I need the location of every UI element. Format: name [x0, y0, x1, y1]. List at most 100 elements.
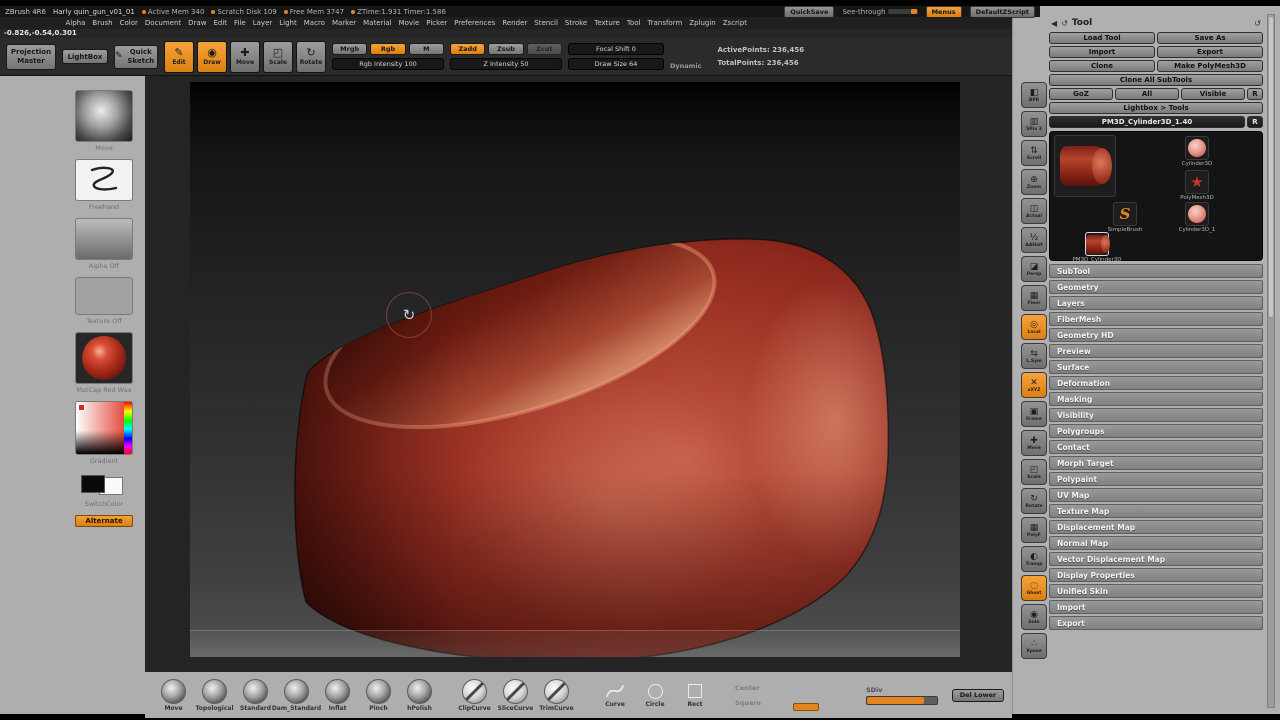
menu-item[interactable]: Draw — [185, 19, 210, 27]
draw-size-slider[interactable]: Draw Size 64 — [568, 58, 664, 70]
mode-button[interactable]: ◰ Scale — [263, 40, 293, 73]
menu-item[interactable]: Preferences — [451, 19, 499, 27]
brush-button[interactable]: Move — [153, 678, 194, 712]
see-through-slider[interactable] — [887, 9, 918, 14]
shelf-button[interactable]: ◫ Actual — [1021, 198, 1047, 224]
paint-mode-button[interactable]: Mrgb — [332, 43, 368, 55]
shelf-button[interactable]: ◧ BPR — [1021, 82, 1047, 108]
current-tool-button[interactable]: PM3D_Cylinder3D_1.40 — [1049, 116, 1245, 128]
shelf-button[interactable]: ⇆ L.Sym — [1021, 343, 1047, 369]
menu-item[interactable]: Transform — [644, 19, 686, 27]
brush-button[interactable]: Inflat — [317, 678, 358, 712]
hue-strip[interactable] — [124, 402, 132, 454]
menu-item[interactable]: Picker — [423, 19, 451, 27]
menu-item[interactable]: Texture — [591, 19, 624, 27]
switch-color[interactable]: SwitchColor — [75, 472, 133, 508]
paint-mode-button[interactable]: Rgb — [370, 43, 406, 55]
shelf-button[interactable]: ✚ Move — [1021, 430, 1047, 456]
lightbox-button[interactable]: LightBox — [62, 49, 108, 64]
menu-item[interactable]: Stroke — [561, 19, 590, 27]
brush-button[interactable]: Pinch — [358, 678, 399, 712]
load-tool-button[interactable]: Load Tool — [1049, 32, 1155, 44]
brush-button[interactable]: Dam_Standard — [272, 678, 321, 712]
quicksave-button[interactable]: QuickSave — [784, 5, 835, 18]
restore-icon[interactable]: ↺ — [1254, 19, 1261, 28]
stroke-thumbnail[interactable] — [75, 159, 133, 201]
tool-item-selected[interactable]: PM3D_Cylinder3D — [1052, 232, 1142, 263]
dynamic-label[interactable]: Dynamic — [670, 62, 702, 72]
current-alpha[interactable]: Alpha Off — [75, 218, 133, 270]
primary-color-swatch[interactable] — [81, 475, 105, 493]
menu-item[interactable]: Color — [116, 19, 141, 27]
history-icon[interactable]: ↺ — [1061, 19, 1068, 28]
sdiv-slider[interactable] — [866, 695, 938, 705]
save-as-button[interactable]: Save As — [1157, 32, 1263, 44]
stroke-curve-button[interactable]: Curve — [597, 682, 633, 708]
tool-section-header[interactable]: Polygroups — [1049, 424, 1263, 438]
panel-scrollbar-thumb[interactable] — [1269, 17, 1273, 317]
tool-section-header[interactable]: Display Properties — [1049, 568, 1263, 582]
export-button[interactable]: Export — [1157, 46, 1263, 58]
menu-item[interactable]: Zscript — [719, 19, 750, 27]
tool-section-header[interactable]: SubTool — [1049, 264, 1263, 278]
stroke-rect-button[interactable]: Rect — [677, 682, 713, 708]
see-through-control[interactable]: See-through — [842, 8, 918, 16]
tool-item[interactable]: S SimpleBrush — [1096, 202, 1154, 233]
shelf-button[interactable]: ∴ Xpose — [1021, 633, 1047, 659]
shelf-button[interactable]: ▣ Frame — [1021, 401, 1047, 427]
tool-section-header[interactable]: Preview — [1049, 344, 1263, 358]
clip-brush-button[interactable]: SliceCurve — [495, 678, 536, 712]
tool-section-header[interactable]: Masking — [1049, 392, 1263, 406]
projection-master-button[interactable]: Projection Master — [6, 43, 56, 70]
goz-button[interactable]: GoZ — [1049, 88, 1113, 100]
sculpt-mode-button[interactable]: Zcut — [526, 43, 562, 55]
del-lower-button[interactable]: Del Lower — [952, 688, 1004, 702]
tool-item[interactable]: Cylinder3D_1 — [1168, 202, 1226, 233]
tool-section-header[interactable]: Unified Skin — [1049, 584, 1263, 598]
menu-item[interactable]: Tool — [623, 19, 644, 27]
menu-item[interactable]: Stencil — [531, 19, 562, 27]
current-brush[interactable]: Move — [75, 90, 133, 152]
quick-sketch-button[interactable]: ✎ Quick Sketch — [114, 44, 158, 69]
shelf-button[interactable]: ◐ Transp — [1021, 546, 1047, 572]
stroke-circle-button[interactable]: Circle — [637, 682, 673, 708]
clip-brush-button[interactable]: ClipCurve — [454, 678, 495, 712]
brush-button[interactable]: Topological — [194, 678, 235, 712]
menus-button[interactable]: Menus — [925, 5, 962, 18]
alpha-thumbnail[interactable] — [75, 218, 133, 260]
shelf-button[interactable]: ⇅ Scroll — [1021, 140, 1047, 166]
shelf-button[interactable]: ✕ xXYZ — [1021, 372, 1047, 398]
collapse-icon[interactable]: ◀ — [1051, 19, 1057, 28]
mode-button[interactable]: ✚ Move — [230, 40, 260, 73]
tool-section-header[interactable]: Layers — [1049, 296, 1263, 310]
tool-section-header[interactable]: Visibility — [1049, 408, 1263, 422]
square-toggle[interactable]: Square — [735, 699, 761, 707]
goz-r-button[interactable]: R — [1247, 88, 1263, 100]
material-thumbnail[interactable] — [75, 332, 133, 384]
menu-item[interactable]: Marker — [328, 19, 359, 27]
tool-section-header[interactable]: UV Map — [1049, 488, 1263, 502]
tool-section-header[interactable]: Morph Target — [1049, 456, 1263, 470]
mode-button[interactable]: ◉ Draw — [197, 40, 227, 73]
brush-button[interactable]: hPolish — [399, 678, 440, 712]
import-button[interactable]: Import — [1049, 46, 1155, 58]
gradient-picker[interactable] — [75, 401, 133, 455]
current-texture[interactable]: Texture Off — [75, 277, 133, 325]
mode-button[interactable]: ↻ Rotate — [296, 40, 326, 73]
brush-button[interactable]: Standard — [235, 678, 276, 712]
alternate-button[interactable]: Alternate — [75, 515, 133, 527]
shelf-button[interactable]: ◌ Ghost — [1021, 575, 1047, 601]
shelf-button[interactable]: ◪ Persp — [1021, 256, 1047, 282]
lightbox-tools-button[interactable]: Lightbox > Tools — [1049, 102, 1263, 114]
current-material[interactable]: MatCap Red Wax — [75, 332, 133, 394]
tool-section-header[interactable]: Deformation — [1049, 376, 1263, 390]
menu-item[interactable]: Macro — [300, 19, 328, 27]
tool-section-header[interactable]: Texture Map — [1049, 504, 1263, 518]
clip-brush-button[interactable]: TrimCurve — [536, 678, 577, 712]
zscript-button[interactable]: DefaultZScript — [969, 5, 1035, 18]
tool-section-header[interactable]: Normal Map — [1049, 536, 1263, 550]
z-intensity-slider[interactable]: Z Intensity 50 — [450, 58, 562, 70]
clone-button[interactable]: Clone — [1049, 60, 1155, 72]
shelf-button[interactable]: ▥ SPix 3 — [1021, 111, 1047, 137]
paint-mode-button[interactable]: M — [408, 43, 444, 55]
